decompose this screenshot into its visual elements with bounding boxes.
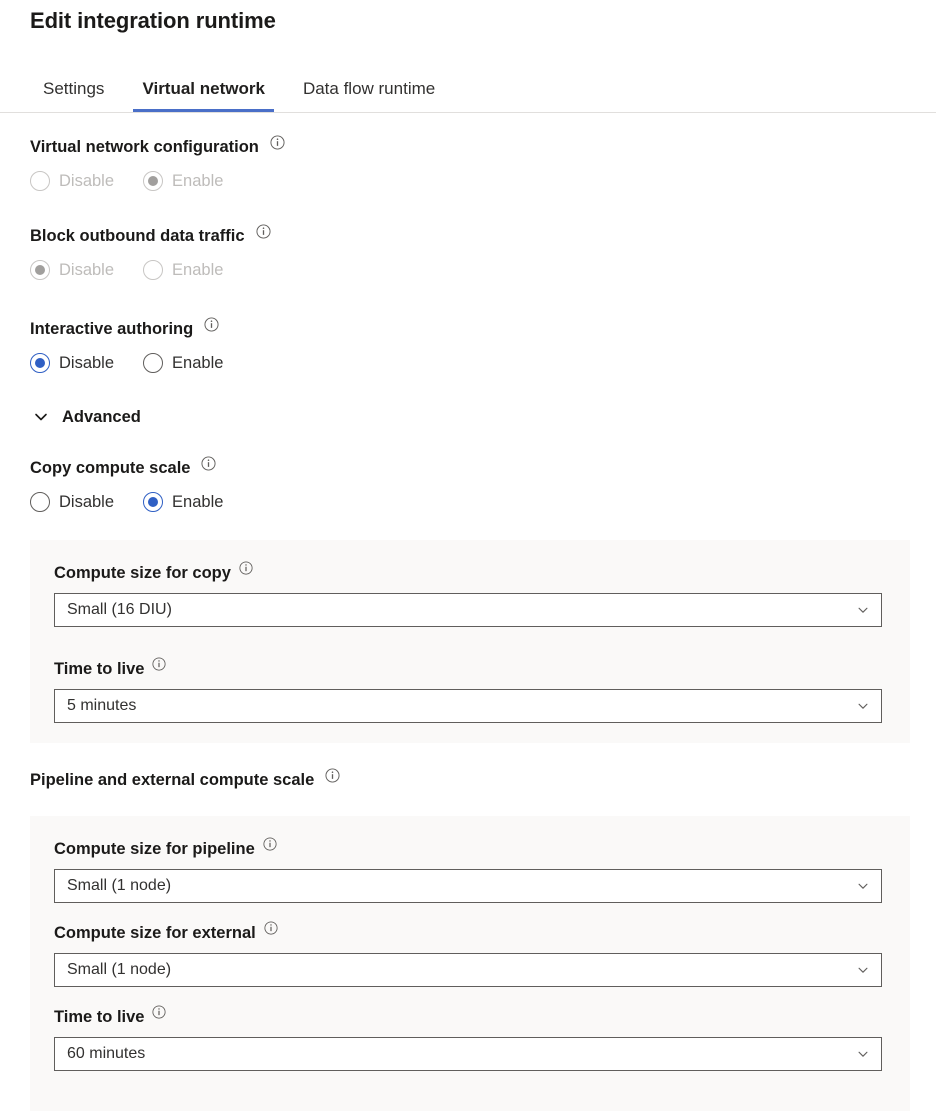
radio-label: Enable: [172, 260, 223, 280]
chevron-down-icon: [856, 963, 870, 977]
info-icon[interactable]: [239, 561, 254, 576]
dropdown-value: Small (16 DIU): [67, 600, 172, 620]
radio-mark: [143, 260, 163, 280]
info-icon[interactable]: [264, 921, 279, 936]
radio-mark: [143, 353, 163, 373]
info-icon[interactable]: [270, 135, 285, 150]
radio-interactive-authoring-enable[interactable]: Enable: [143, 353, 223, 373]
radio-group-interactive-authoring: Disable Enable: [30, 353, 223, 373]
compute-size-for-external-text: Compute size for external: [54, 922, 256, 944]
label-compute-size-for-copy: Compute size for copy: [54, 562, 884, 584]
edit-integration-runtime-page: Edit integration runtime Settings Virtua…: [0, 0, 936, 1111]
radio-group-virtual-network-configuration: Disable Enable: [30, 171, 285, 191]
compute-size-for-copy-text: Compute size for copy: [54, 562, 231, 584]
label-copy-time-to-live: Time to live: [54, 658, 884, 680]
info-icon[interactable]: [152, 657, 167, 672]
radio-label: Disable: [59, 492, 114, 512]
chevron-down-icon: [856, 699, 870, 713]
dropdown-compute-size-for-pipeline[interactable]: Small (1 node): [54, 869, 882, 903]
tab-bar: Settings Virtual network Data flow runti…: [0, 70, 936, 113]
label-compute-size-for-pipeline: Compute size for pipeline: [54, 838, 884, 860]
chevron-down-icon: [30, 406, 52, 428]
copy-compute-scale-text: Copy compute scale: [30, 457, 190, 479]
radio-mark: [30, 353, 50, 373]
radio-group-block-outbound-data-traffic: Disable Enable: [30, 260, 271, 280]
dropdown-value: Small (1 node): [67, 876, 171, 896]
chevron-down-icon: [856, 879, 870, 893]
field-group-copy-compute-scale: Copy compute scale Disable Enable: [30, 457, 223, 512]
advanced-section-toggle[interactable]: Advanced: [30, 406, 141, 428]
radio-block-outbound-enable[interactable]: Enable: [143, 260, 223, 280]
radio-mark: [30, 171, 50, 191]
block-outbound-data-traffic-text: Block outbound data traffic: [30, 225, 245, 247]
radio-group-copy-compute-scale: Disable Enable: [30, 492, 223, 512]
interactive-authoring-text: Interactive authoring: [30, 318, 193, 340]
radio-label: Enable: [172, 171, 223, 191]
info-icon[interactable]: [263, 837, 278, 852]
radio-label: Disable: [59, 171, 114, 191]
radio-copy-compute-scale-enable[interactable]: Enable: [143, 492, 223, 512]
label-compute-size-for-external: Compute size for external: [54, 922, 884, 944]
copy-time-to-live-text: Time to live: [54, 658, 144, 680]
radio-label: Disable: [59, 260, 114, 280]
advanced-label: Advanced: [62, 406, 141, 428]
tab-virtual-network[interactable]: Virtual network: [123, 70, 284, 112]
info-icon[interactable]: [256, 224, 271, 239]
pipeline-time-to-live-text: Time to live: [54, 1006, 144, 1028]
dropdown-value: 60 minutes: [67, 1044, 145, 1064]
dropdown-value: Small (1 node): [67, 960, 171, 980]
dropdown-compute-size-for-external[interactable]: Small (1 node): [54, 953, 882, 987]
radio-virtual-network-disable[interactable]: Disable: [30, 171, 114, 191]
tab-data-flow-runtime[interactable]: Data flow runtime: [284, 70, 454, 112]
label-block-outbound-data-traffic: Block outbound data traffic: [30, 225, 271, 247]
chevron-down-icon: [856, 603, 870, 617]
label-interactive-authoring: Interactive authoring: [30, 318, 223, 340]
radio-block-outbound-disable[interactable]: Disable: [30, 260, 114, 280]
radio-mark: [30, 260, 50, 280]
radio-interactive-authoring-disable[interactable]: Disable: [30, 353, 114, 373]
copy-compute-panel: Compute size for copy Small (16 DIU) Tim…: [30, 540, 910, 743]
dropdown-compute-size-for-copy[interactable]: Small (16 DIU): [54, 593, 882, 627]
page-title: Edit integration runtime: [30, 8, 276, 34]
field-group-interactive-authoring: Interactive authoring Disable Enable: [30, 318, 223, 373]
dropdown-pipeline-time-to-live[interactable]: 60 minutes: [54, 1037, 882, 1071]
field-group-pipeline-external-compute-scale: Pipeline and external compute scale: [30, 769, 340, 791]
tab-settings[interactable]: Settings: [30, 70, 123, 112]
radio-mark: [143, 492, 163, 512]
radio-mark: [143, 171, 163, 191]
virtual-network-configuration-text: Virtual network configuration: [30, 136, 259, 158]
label-virtual-network-configuration: Virtual network configuration: [30, 136, 285, 158]
dropdown-value: 5 minutes: [67, 696, 136, 716]
info-icon[interactable]: [152, 1005, 167, 1020]
info-icon[interactable]: [204, 317, 219, 332]
field-group-block-outbound-data-traffic: Block outbound data traffic Disable Enab…: [30, 225, 271, 280]
info-icon[interactable]: [201, 456, 216, 471]
pipeline-compute-panel: Compute size for pipeline Small (1 node)…: [30, 816, 910, 1111]
radio-virtual-network-enable[interactable]: Enable: [143, 171, 223, 191]
label-pipeline-time-to-live: Time to live: [54, 1006, 884, 1028]
radio-mark: [30, 492, 50, 512]
radio-label: Enable: [172, 492, 223, 512]
label-copy-compute-scale: Copy compute scale: [30, 457, 223, 479]
pipeline-and-external-compute-scale-text: Pipeline and external compute scale: [30, 769, 314, 791]
field-group-virtual-network-configuration: Virtual network configuration Disable En…: [30, 136, 285, 191]
radio-label: Disable: [59, 353, 114, 373]
radio-copy-compute-scale-disable[interactable]: Disable: [30, 492, 114, 512]
label-pipeline-and-external-compute-scale: Pipeline and external compute scale: [30, 769, 340, 791]
info-icon[interactable]: [325, 768, 340, 783]
dropdown-copy-time-to-live[interactable]: 5 minutes: [54, 689, 882, 723]
chevron-down-icon: [856, 1047, 870, 1061]
radio-label: Enable: [172, 353, 223, 373]
compute-size-for-pipeline-text: Compute size for pipeline: [54, 838, 255, 860]
